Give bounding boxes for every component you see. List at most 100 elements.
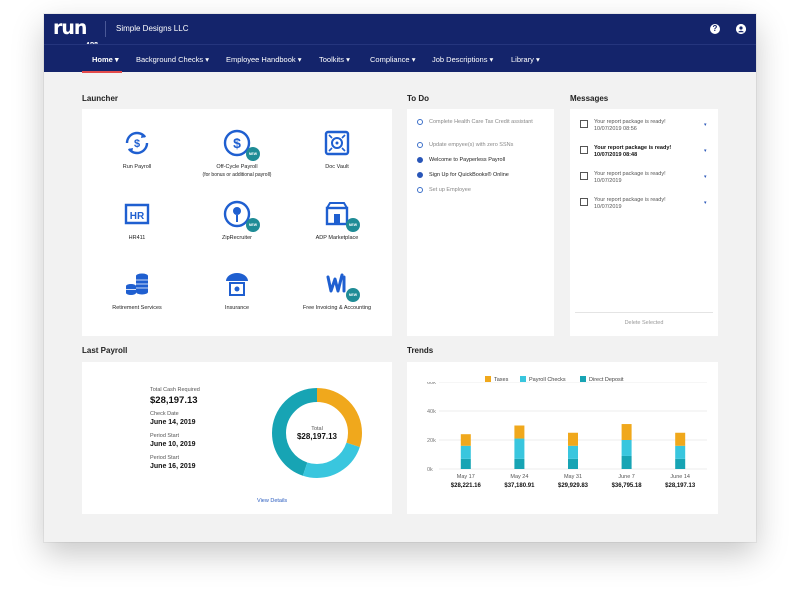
- x-tick-label: May 31: [564, 474, 582, 480]
- nav-library[interactable]: Library ▾: [511, 55, 540, 64]
- bar-segment-direct-deposit[interactable]: [621, 455, 632, 469]
- launcher-off-cycle-payroll[interactable]: $ NEW Off-Cycle Payroll (for bonus or ad…: [182, 128, 292, 179]
- y-tick-label: 20k: [427, 438, 436, 444]
- nav-background-checks[interactable]: Background Checks ▾: [136, 55, 209, 64]
- payroll-donut-chart: Total $28,197.13: [272, 388, 362, 478]
- message-checkbox[interactable]: [580, 198, 588, 206]
- chevron-down-icon[interactable]: ▾: [704, 200, 707, 206]
- message-checkbox[interactable]: [580, 146, 588, 154]
- todo-status-dot: [417, 172, 423, 178]
- message-item[interactable]: Your report package is ready! 10/07/2019 …: [580, 197, 710, 219]
- bar-segment-taxes[interactable]: [568, 432, 578, 446]
- nav-employee-handbook[interactable]: Employee Handbook ▾: [226, 55, 302, 64]
- bar-segment-direct-deposit[interactable]: [568, 458, 578, 469]
- period-end-label: Period Start: [150, 455, 180, 461]
- x-tick-label: May 17: [457, 474, 475, 480]
- message-checkbox[interactable]: [580, 172, 588, 180]
- x-tick-label: June 14: [670, 474, 690, 480]
- category-total-label: $36,795.18: [612, 483, 643, 489]
- coins-icon: [122, 269, 152, 299]
- launcher-label: HR411: [128, 235, 146, 241]
- bar-segment-taxes[interactable]: [514, 425, 525, 439]
- todo-status-dot: [417, 119, 423, 125]
- bar-segment-payroll-checks[interactable]: [621, 440, 632, 456]
- bar-segment-payroll-checks[interactable]: [514, 438, 525, 459]
- message-item[interactable]: Your report package is ready! 10/07/2019 …: [580, 119, 710, 141]
- svg-text:$: $: [233, 135, 241, 151]
- message-checkbox[interactable]: [580, 120, 588, 128]
- bar-segment-payroll-checks[interactable]: [460, 445, 471, 459]
- category-total-label: $28,221.16: [451, 483, 482, 489]
- check-date-label: Check Date: [150, 411, 179, 417]
- launcher-label: Free Invoicing & Accounting: [302, 305, 372, 311]
- user-circle-icon[interactable]: [736, 24, 746, 34]
- y-tick-label: 40k: [427, 409, 436, 415]
- bar-segment-direct-deposit[interactable]: [514, 458, 525, 469]
- last-payroll-card: Total Cash Required $28,197.13 Check Dat…: [82, 362, 392, 514]
- new-badge: NEW: [246, 147, 260, 161]
- bar-segment-payroll-checks[interactable]: [568, 445, 578, 459]
- launcher-insurance[interactable]: Insurance: [182, 269, 292, 312]
- category-total-label: $29,929.83: [558, 483, 589, 489]
- app-window: run POWERED BY ADP Simple Designs LLC ? …: [44, 14, 756, 542]
- bar-segment-payroll-checks[interactable]: [675, 445, 686, 459]
- message-item[interactable]: Your report package is ready! 10/07/2019 …: [580, 145, 710, 167]
- bar-segment-taxes[interactable]: [675, 432, 686, 446]
- ziprecruiter-icon: NEW: [222, 199, 260, 232]
- nav-compliance[interactable]: Compliance ▾: [370, 55, 415, 64]
- delete-selected-button[interactable]: Delete Selected: [575, 312, 713, 326]
- todo-item[interactable]: Set up Employee: [417, 187, 547, 194]
- category-total-label: $28,197.13: [665, 483, 696, 489]
- bar-segment-direct-deposit[interactable]: [675, 458, 686, 469]
- bar-segment-direct-deposit[interactable]: [460, 458, 471, 469]
- chevron-down-icon[interactable]: ▾: [704, 148, 707, 154]
- todo-item[interactable]: Complete Health Care Tax Credit assistan…: [417, 119, 547, 126]
- launcher-ziprecruiter[interactable]: NEW ZipRecruiter: [182, 199, 292, 242]
- launcher-hr411[interactable]: HR HR411: [82, 199, 192, 242]
- todo-status-dot: [417, 142, 423, 148]
- view-details-link[interactable]: View Details: [257, 498, 287, 504]
- total-cash-value: $28,197.13: [150, 395, 198, 406]
- trends-card: Taxes Payroll Checks Direct Deposit 0k 20…: [407, 362, 718, 514]
- nav-toolkits[interactable]: Toolkits ▾: [319, 55, 350, 64]
- last-payroll-title: Last Payroll: [82, 346, 128, 355]
- launcher-sublabel: (for bonus or additional payroll): [202, 172, 272, 178]
- message-item[interactable]: Your report package is ready! 10/07/2019 …: [580, 171, 710, 193]
- main-nav: Home ▾ Background Checks ▾ Employee Hand…: [44, 44, 756, 73]
- launcher-label: ADP Marketplace: [315, 235, 359, 241]
- chevron-down-icon[interactable]: ▾: [704, 122, 707, 128]
- launcher-free-invoicing[interactable]: NEW Free Invoicing & Accounting: [282, 269, 392, 312]
- launcher-adp-marketplace[interactable]: NEW ADP Marketplace: [282, 199, 392, 242]
- todo-item[interactable]: Sign Up for QuickBooks® Online: [417, 172, 547, 179]
- message-text: Your report package is ready! 10/07/2019: [594, 197, 666, 210]
- period-start-value: June 10, 2019: [150, 441, 196, 448]
- bar-segment-taxes[interactable]: [621, 424, 632, 440]
- messages-title: Messages: [570, 94, 609, 103]
- nav-home[interactable]: Home ▾: [92, 55, 119, 64]
- y-tick-label: 60k: [427, 382, 436, 386]
- todo-status-dot: [417, 157, 423, 163]
- svg-text:$: $: [134, 138, 140, 150]
- company-name: Simple Designs LLC: [116, 24, 189, 33]
- chevron-down-icon[interactable]: ▾: [704, 174, 707, 180]
- messages-card: Your report package is ready! 10/07/2019 …: [570, 109, 718, 336]
- launcher-label: Retirement Services: [112, 305, 162, 311]
- new-badge: NEW: [246, 218, 260, 232]
- launcher-label: ZipRecruiter: [222, 235, 252, 241]
- run-logo[interactable]: run POWERED BY ADP: [53, 16, 99, 49]
- todo-item[interactable]: Update empyee(s) with zero SSNs: [417, 142, 547, 149]
- todo-card: Complete Health Care Tax Credit assistan…: [407, 109, 554, 336]
- todo-item[interactable]: Welcome to Payperless Payroll: [417, 157, 547, 164]
- launcher-retirement-services[interactable]: Retirement Services: [82, 269, 192, 312]
- nav-job-descriptions[interactable]: Job Descriptions ▾: [432, 55, 493, 64]
- launcher-label: Insurance: [224, 305, 250, 311]
- todo-status-dot: [417, 187, 423, 193]
- x-tick-label: June 7: [618, 474, 635, 480]
- launcher-doc-vault[interactable]: Doc Vault: [282, 128, 392, 171]
- bar-segment-taxes[interactable]: [460, 434, 471, 446]
- top-bar: run POWERED BY ADP Simple Designs LLC ?: [44, 14, 756, 49]
- launcher-run-payroll[interactable]: $ Run Payroll: [82, 128, 192, 171]
- total-cash-label: Total Cash Required: [150, 387, 200, 393]
- launcher-label: Run Payroll: [122, 164, 152, 170]
- question-circle-icon[interactable]: ?: [710, 24, 720, 34]
